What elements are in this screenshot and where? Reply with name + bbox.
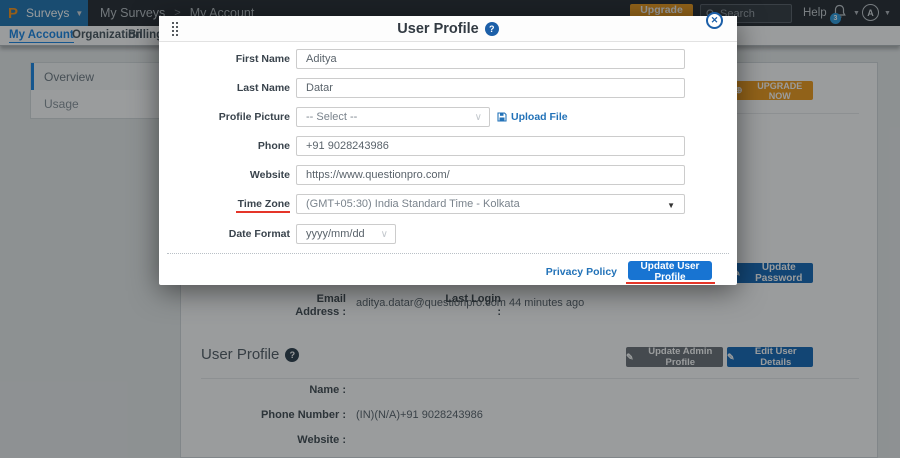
chevron-down-icon: ∨ bbox=[381, 229, 388, 240]
phone-label: Phone bbox=[159, 140, 290, 152]
user-profile-modal: User Profile ? ✕ First Name Last Name Pr… bbox=[159, 16, 737, 285]
profile-picture-selected-value: -- Select -- bbox=[306, 111, 357, 123]
caret-down-icon: ▼ bbox=[667, 201, 675, 210]
time-zone-annotation-underline bbox=[236, 211, 290, 213]
upload-file-icon bbox=[497, 112, 507, 122]
time-zone-select[interactable]: (GMT+05:30) India Standard Time - Kolkat… bbox=[296, 194, 685, 214]
last-name-label: Last Name bbox=[159, 82, 290, 94]
help-icon[interactable]: ? bbox=[485, 22, 499, 36]
chevron-down-icon: ∨ bbox=[475, 112, 482, 123]
modal-header: User Profile ? ✕ bbox=[159, 16, 737, 42]
upload-file-label: Upload File bbox=[511, 111, 568, 123]
website-label: Website bbox=[159, 169, 290, 181]
profile-picture-select[interactable]: -- Select -- ∨ bbox=[296, 107, 490, 127]
profile-picture-label: Profile Picture bbox=[159, 111, 290, 123]
last-name-input[interactable] bbox=[296, 78, 685, 98]
date-format-select[interactable]: yyyy/mm/dd ∨ bbox=[296, 224, 396, 244]
date-format-label: Date Format bbox=[159, 228, 290, 240]
app-screen: P Surveys ▼ My Surveys > My Account Upgr… bbox=[0, 0, 900, 458]
phone-input[interactable] bbox=[296, 136, 685, 156]
modal-title: User Profile bbox=[397, 21, 478, 37]
update-user-profile-button[interactable]: Update User Profile bbox=[628, 261, 712, 280]
close-icon[interactable]: ✕ bbox=[706, 12, 723, 29]
time-zone-label: Time Zone bbox=[159, 198, 290, 210]
time-zone-selected-value: (GMT+05:30) India Standard Time - Kolkat… bbox=[306, 198, 520, 210]
website-input[interactable] bbox=[296, 165, 685, 185]
privacy-policy-link[interactable]: Privacy Policy bbox=[539, 266, 617, 278]
date-format-selected-value: yyyy/mm/dd bbox=[306, 228, 365, 240]
update-button-annotation-underline bbox=[626, 282, 715, 284]
modal-footer-divider bbox=[167, 253, 729, 254]
first-name-label: First Name bbox=[159, 53, 290, 65]
upload-file-link[interactable]: Upload File bbox=[497, 111, 568, 123]
first-name-input[interactable] bbox=[296, 49, 685, 69]
